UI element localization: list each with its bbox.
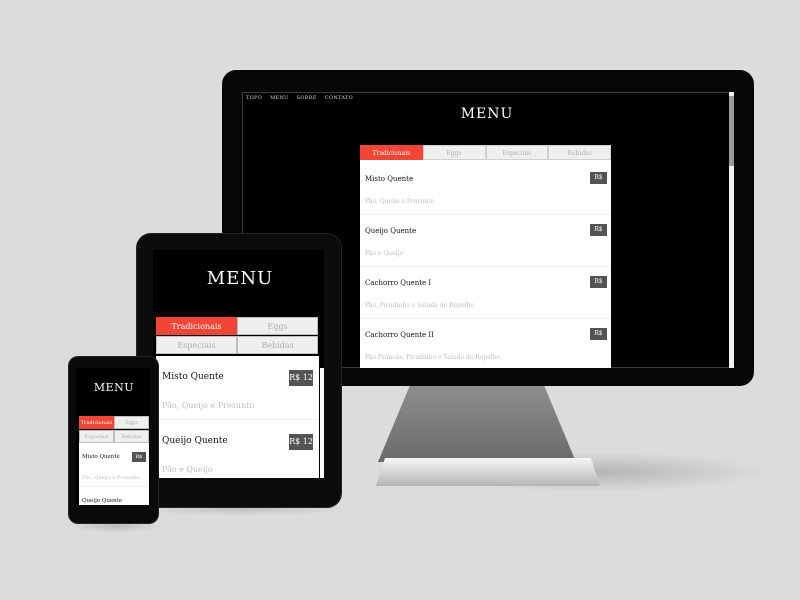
nav-link-topo[interactable]: TOPO <box>246 95 262 101</box>
tab-especiais[interactable]: Especiais <box>79 430 114 443</box>
menu-item-name: Queijo Quente <box>82 498 123 504</box>
tab-especiais[interactable]: Especiais <box>485 145 549 160</box>
menu-item: Misto Quente Pão, Queijo e Presunto R$ 1… <box>79 443 149 487</box>
menu-item: Cachorro Quente II Pão Francês, Picadinh… <box>360 319 611 368</box>
tab-eggs[interactable]: Eggs <box>237 317 318 335</box>
menu-item: Queijo Quente <box>79 487 149 505</box>
price-badge: R$ 12 <box>590 224 607 245</box>
price-badge: R$ 11 <box>590 328 607 349</box>
price-badge: R$ 12 <box>289 434 313 450</box>
menu-item-name: Misto Quente <box>162 372 224 382</box>
menu-item-description: Pão, Queijo e Presunto <box>365 198 435 205</box>
desktop-menu-tabs: Tradicionais Eggs Especiais Bebidas <box>360 145 611 160</box>
price-badge: R$ 12 <box>289 370 313 386</box>
desktop-menu-panel: Tradicionais Eggs Especiais Bebidas Mist… <box>360 145 611 368</box>
tab-tradicionais[interactable]: Tradicionais <box>79 416 114 429</box>
menu-item: Misto Quente Pão, Queijo e Presunto R$ 1… <box>360 163 611 215</box>
tab-especiais[interactable]: Especiais <box>156 336 237 354</box>
tab-eggs[interactable]: Eggs <box>114 416 149 429</box>
desktop-page-title: MENU <box>460 106 514 122</box>
menu-item: Misto Quente Pão, Queijo e Presunto R$ 1… <box>156 356 319 420</box>
desktop-top-nav: TOPO MENU SOBRE CONTATO <box>246 95 353 101</box>
monitor-stand <box>378 386 576 462</box>
tab-eggs[interactable]: Eggs <box>422 145 486 160</box>
menu-item-description: Pão, Queijo e Presunto <box>82 475 140 481</box>
tab-tradicionais[interactable]: Tradicionais <box>156 317 237 335</box>
menu-item-description: Pão e Queijo <box>365 250 404 257</box>
menu-item-description: Pão, Picadinho e Salada de Repolho <box>365 302 474 309</box>
tab-bebidas[interactable]: Bebidas <box>237 336 318 354</box>
phone-menu-panel: Misto Quente Pão, Queijo e Presunto R$ 1… <box>79 443 149 505</box>
menu-item-description: Pão, Queijo e Presunto <box>162 401 255 410</box>
tab-tradicionais[interactable]: Tradicionais <box>360 145 423 160</box>
price-badge: R$ 10 <box>590 276 607 297</box>
menu-item-name: Misto Quente <box>365 175 414 183</box>
menu-item-name: Queijo Quente <box>162 436 228 446</box>
menu-item-name: Misto Quente <box>82 454 120 460</box>
monitor-stand-base <box>376 458 600 486</box>
menu-item-description: Pão Francês, Picadinho e Salada de Repol… <box>365 354 501 361</box>
tablet-page-title: MENU <box>206 268 274 289</box>
phone-page-title: MENU <box>93 381 135 394</box>
nav-link-contato[interactable]: CONTATO <box>325 95 353 101</box>
nav-link-menu[interactable]: MENU <box>270 95 289 101</box>
price-badge: R$ 12 <box>132 452 146 470</box>
tablet-menu-tabs: Tradicionais Eggs Especiais Bebidas <box>156 317 319 355</box>
menu-item: Cachorro Quente I Pão, Picadinho e Salad… <box>360 267 611 319</box>
tablet-scrollbar[interactable] <box>320 368 324 478</box>
menu-item-name: Queijo Quente <box>365 227 417 235</box>
price-badge: R$ 12 <box>590 172 607 193</box>
menu-item-name: Cachorro Quente I <box>365 279 432 287</box>
menu-item: Queijo Quente Pão e Queijo R$ 12 <box>360 215 611 267</box>
nav-link-sobre[interactable]: SOBRE <box>297 95 317 101</box>
tab-bebidas[interactable]: Bebidas <box>114 430 149 443</box>
menu-item: Queijo Quente Pão e Queijo R$ 12 <box>156 420 319 478</box>
tab-bebidas[interactable]: Bebidas <box>548 145 611 160</box>
menu-item-name: Cachorro Quente II <box>365 331 434 339</box>
desktop-scrollbar-thumb[interactable] <box>729 96 734 166</box>
phone-menu-tabs: Tradicionais Eggs Especiais Bebidas <box>79 416 149 444</box>
tablet-menu-panel: Misto Quente Pão, Queijo e Presunto R$ 1… <box>156 356 319 478</box>
menu-item-description: Pão e Queijo <box>162 465 213 474</box>
